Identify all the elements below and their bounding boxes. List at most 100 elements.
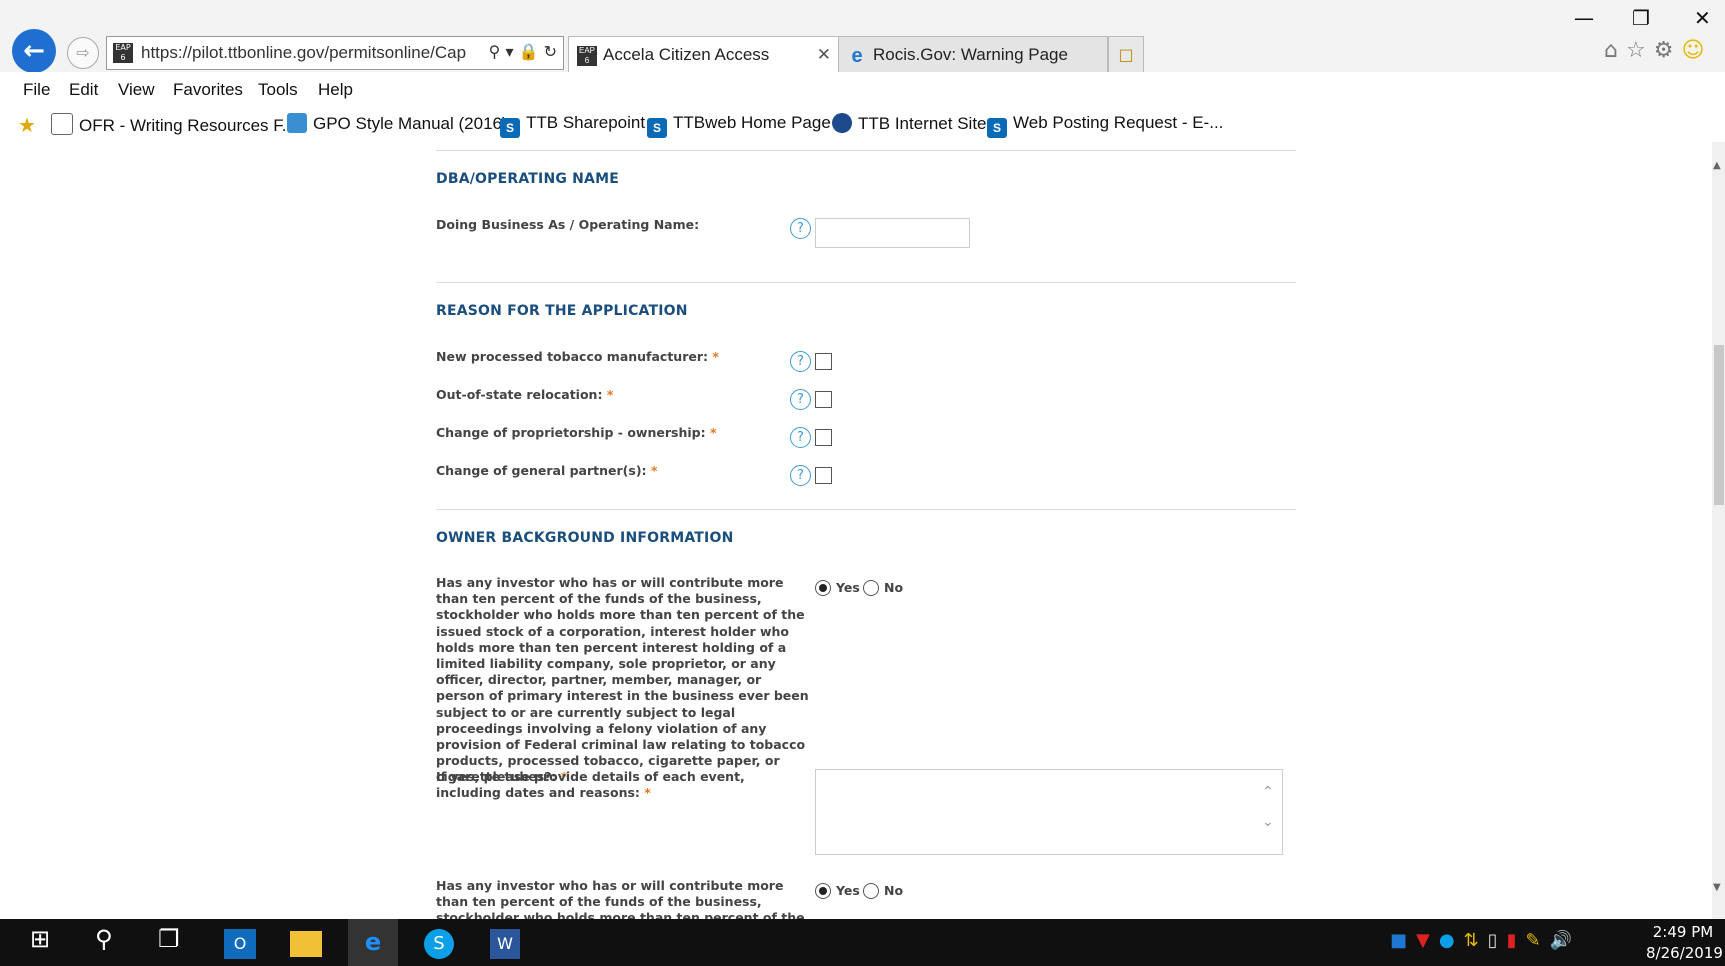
battery-icon[interactable]: ▮ xyxy=(1507,930,1526,951)
forward-arrow-icon[interactable]: ⇨ xyxy=(67,37,99,69)
close-window-icon[interactable]: ✕ xyxy=(1694,6,1711,30)
radio-yes[interactable] xyxy=(815,580,831,596)
menu-tools[interactable]: Tools xyxy=(258,80,298,100)
reason-label-change-ownership: Change of proprietorship - ownership: * xyxy=(436,425,717,440)
section-divider xyxy=(436,150,1296,151)
checkbox-out-of-state[interactable] xyxy=(815,391,832,408)
system-tray-icons[interactable]: ■▼●⇅▯▮✎🔊 xyxy=(1390,930,1581,951)
browser-chrome: ← ⇨ EAP 6 https://pilot.ttbonline.gov/per… xyxy=(0,0,1725,143)
tab-label: Rocis.Gov: Warning Page xyxy=(873,45,1068,64)
required-mark: * xyxy=(709,425,717,440)
accela-icon: EAP 6 xyxy=(577,45,597,66)
feedback-smiley-icon[interactable]: ☺ xyxy=(1681,38,1712,63)
required-mark: * xyxy=(712,349,719,364)
outlook-tray-icon[interactable]: ■ xyxy=(1390,930,1416,951)
network-tray-icon[interactable]: ⇅ xyxy=(1464,930,1488,951)
menu-file[interactable]: File xyxy=(23,80,50,100)
task-view-icon[interactable]: ❐ xyxy=(158,925,180,953)
favorite-web-posting[interactable]: S Web Posting Request - E-... xyxy=(987,113,1223,138)
checkbox-change-partners[interactable] xyxy=(815,467,832,484)
favorite-ttb-sharepoint[interactable]: S TTB Sharepoint xyxy=(500,113,645,138)
home-icon[interactable]: ⌂ xyxy=(1604,38,1626,63)
address-tools-icons[interactable]: ⚲ ▾ 🔒 ↻ xyxy=(489,42,557,61)
usb-icon[interactable]: ▯ xyxy=(1488,930,1507,951)
section-divider xyxy=(436,282,1296,283)
radio-no-label: No xyxy=(884,580,904,595)
minimize-icon[interactable]: — xyxy=(1574,6,1594,30)
site-favicon-icon: EAP 6 xyxy=(113,43,133,63)
reason-label-out-of-state: Out-of-state relocation: * xyxy=(436,387,614,402)
tab-label: Accela Citizen Access xyxy=(603,45,770,64)
menu-help[interactable]: Help xyxy=(318,80,353,100)
page-content: DBA/OPERATING NAME Doing Business As / O… xyxy=(0,142,1712,919)
volume-icon[interactable]: 🔊 xyxy=(1550,930,1581,951)
scroll-down-icon[interactable]: ▼ xyxy=(1713,882,1721,893)
system-clock[interactable]: 2:49 PM 8/26/2019 xyxy=(1646,922,1723,964)
internet-explorer-icon[interactable]: e xyxy=(348,919,398,966)
reason-label-new-manufacturer: New processed tobacco manufacturer: * xyxy=(436,349,719,364)
favorites-star-icon[interactable]: ☆ xyxy=(1626,38,1654,63)
help-question-icon[interactable]: ? xyxy=(790,218,811,239)
checkbox-change-ownership[interactable] xyxy=(815,429,832,446)
chevron-down-icon[interactable]: ⌄ xyxy=(1262,814,1274,830)
details-label: If yes, please provide details of each e… xyxy=(436,769,745,801)
favorite-ofr[interactable]: OFR - Writing Resources F... xyxy=(51,113,296,136)
checkbox-new-manufacturer[interactable] xyxy=(815,353,832,370)
menu-edit[interactable]: Edit xyxy=(69,80,98,100)
scroll-up-icon[interactable]: ▲ xyxy=(1713,160,1721,171)
dba-label: Doing Business As / Operating Name: xyxy=(436,217,700,232)
favorite-ttb-internet[interactable]: TTB Internet Site xyxy=(832,113,987,134)
ie-icon: e xyxy=(851,44,863,67)
skype-tray-icon[interactable]: ● xyxy=(1439,930,1464,951)
help-question-icon[interactable]: ? xyxy=(790,351,811,372)
section-heading-dba: DBA/OPERATING NAME xyxy=(436,171,619,187)
new-tab-button[interactable]: □ xyxy=(1108,36,1144,74)
sharepoint-icon: S xyxy=(647,118,667,138)
mcafee-icon[interactable]: ▼ xyxy=(1416,930,1439,951)
help-question-icon[interactable]: ? xyxy=(790,389,811,410)
tab-rocis[interactable]: e Rocis.Gov: Warning Page xyxy=(838,36,1108,73)
add-favorites-icon[interactable]: ★ xyxy=(18,113,44,136)
required-mark: * xyxy=(650,463,658,478)
menu-favorites[interactable]: Favorites xyxy=(173,80,243,100)
radio-no-label: No xyxy=(884,883,904,898)
radio-yes-label: Yes xyxy=(836,580,860,595)
section-heading-owner-background: OWNER BACKGROUND INFORMATION xyxy=(436,530,734,546)
address-url[interactable]: https://pilot.ttbonline.gov/permitsonlin… xyxy=(141,43,466,63)
section-heading-reason: REASON FOR THE APPLICATION xyxy=(436,303,688,319)
dba-name-input[interactable] xyxy=(815,218,970,248)
tab-accela[interactable]: EAP 6 Accela Citizen Access ✕ xyxy=(568,36,840,73)
help-question-icon[interactable]: ? xyxy=(790,465,811,486)
radio-yes-2[interactable] xyxy=(815,883,831,899)
back-arrow-icon[interactable]: ← xyxy=(12,29,56,73)
radio-no[interactable] xyxy=(863,580,879,596)
restore-icon[interactable]: ❐ xyxy=(1632,6,1650,30)
required-mark: * xyxy=(606,387,614,402)
favorite-gpo[interactable]: GPO Style Manual (2016) xyxy=(287,113,508,134)
favorite-ttbweb-home[interactable]: S TTBweb Home Page xyxy=(647,113,831,138)
notes-icon[interactable]: ✎ xyxy=(1525,930,1549,951)
search-icon[interactable]: ⚲ xyxy=(95,925,113,953)
settings-gear-icon[interactable]: ⚙ xyxy=(1654,38,1682,63)
browser-toolbar-icons: ⌂☆⚙☺ xyxy=(1604,38,1712,63)
address-bar[interactable]: EAP 6 https://pilot.ttbonline.gov/permits… xyxy=(106,36,564,70)
clock-date: 8/26/2019 xyxy=(1646,944,1723,962)
outlook-icon[interactable]: O xyxy=(224,929,256,959)
word-icon[interactable]: W xyxy=(490,929,520,959)
file-explorer-icon[interactable] xyxy=(290,931,322,957)
radio-yes-label: Yes xyxy=(836,883,860,898)
document-icon xyxy=(51,113,73,135)
menu-view[interactable]: View xyxy=(118,80,155,100)
skype-icon[interactable]: S xyxy=(424,929,454,959)
details-textarea[interactable] xyxy=(815,769,1283,855)
help-question-icon[interactable]: ? xyxy=(790,427,811,448)
required-mark: * xyxy=(644,785,651,801)
reason-label-change-partners: Change of general partner(s): * xyxy=(436,463,658,478)
radio-no-2[interactable] xyxy=(863,883,879,899)
chevron-up-icon[interactable]: ⌃ xyxy=(1262,784,1274,800)
sharepoint-icon: S xyxy=(987,118,1007,138)
windows-start-icon[interactable]: ⊞ xyxy=(30,925,50,953)
scrollbar-thumb[interactable] xyxy=(1714,345,1724,505)
close-tab-icon[interactable]: ✕ xyxy=(817,37,831,73)
vertical-scrollbar[interactable] xyxy=(1712,142,1725,919)
